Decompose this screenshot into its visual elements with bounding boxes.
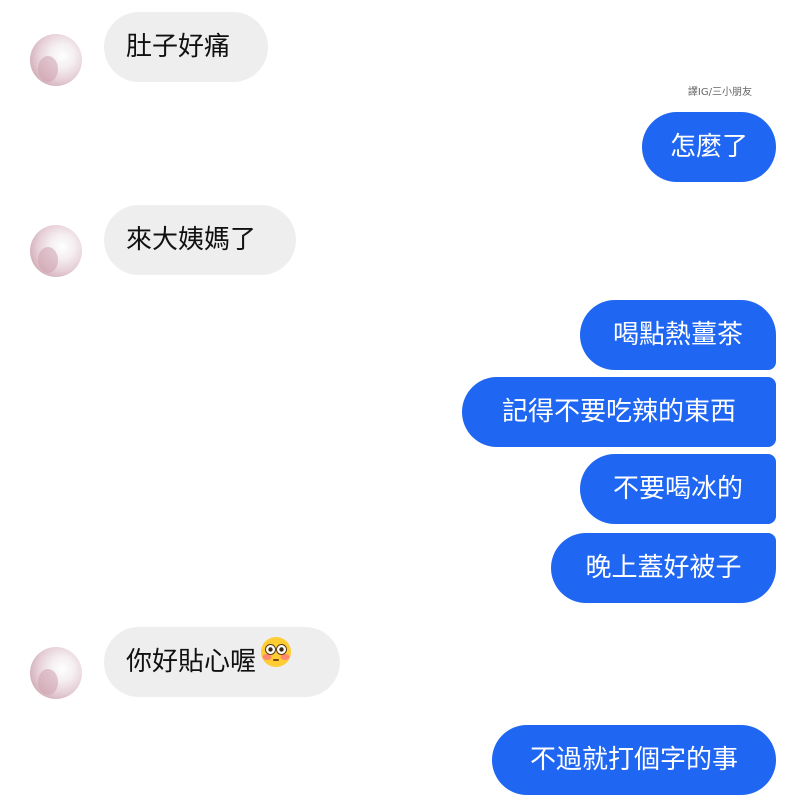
message-bubble-outgoing[interactable]: 不過就打個字的事 bbox=[492, 725, 776, 795]
message-text: 不要喝冰的 bbox=[612, 474, 743, 504]
message-text: 不過就打個字的事 bbox=[529, 745, 738, 775]
message-text: 你好貼心喔 bbox=[126, 647, 257, 677]
contact-avatar[interactable] bbox=[30, 647, 82, 699]
message-text: 記得不要吃辣的東西 bbox=[501, 397, 736, 427]
watermark-label: 譯IG/三小朋友 bbox=[687, 87, 752, 98]
message-bubble-outgoing[interactable]: 記得不要吃辣的東西 bbox=[462, 377, 776, 447]
message-bubble-incoming[interactable]: 來大姨媽了 bbox=[104, 205, 296, 275]
message-text: 肚子好痛 bbox=[126, 32, 231, 62]
message-bubble-incoming[interactable]: 你好貼心喔 bbox=[104, 627, 340, 697]
message-text: 喝點熱薑茶 bbox=[612, 320, 743, 350]
message-bubble-incoming[interactable]: 肚子好痛 bbox=[104, 12, 268, 82]
message-bubble-outgoing[interactable]: 喝點熱薑茶 bbox=[580, 300, 776, 370]
contact-avatar[interactable] bbox=[30, 34, 82, 86]
message-text: 晚上蓋好被子 bbox=[585, 553, 742, 583]
message-bubble-outgoing[interactable]: 怎麼了 bbox=[642, 112, 776, 182]
message-bubble-outgoing[interactable]: 不要喝冰的 bbox=[580, 454, 776, 524]
message-text: 怎麼了 bbox=[669, 132, 748, 162]
contact-avatar[interactable] bbox=[30, 225, 82, 277]
flushed-face-emoji-icon bbox=[260, 625, 292, 695]
message-text: 來大姨媽了 bbox=[126, 225, 257, 255]
message-bubble-outgoing[interactable]: 晚上蓋好被子 bbox=[551, 533, 776, 603]
